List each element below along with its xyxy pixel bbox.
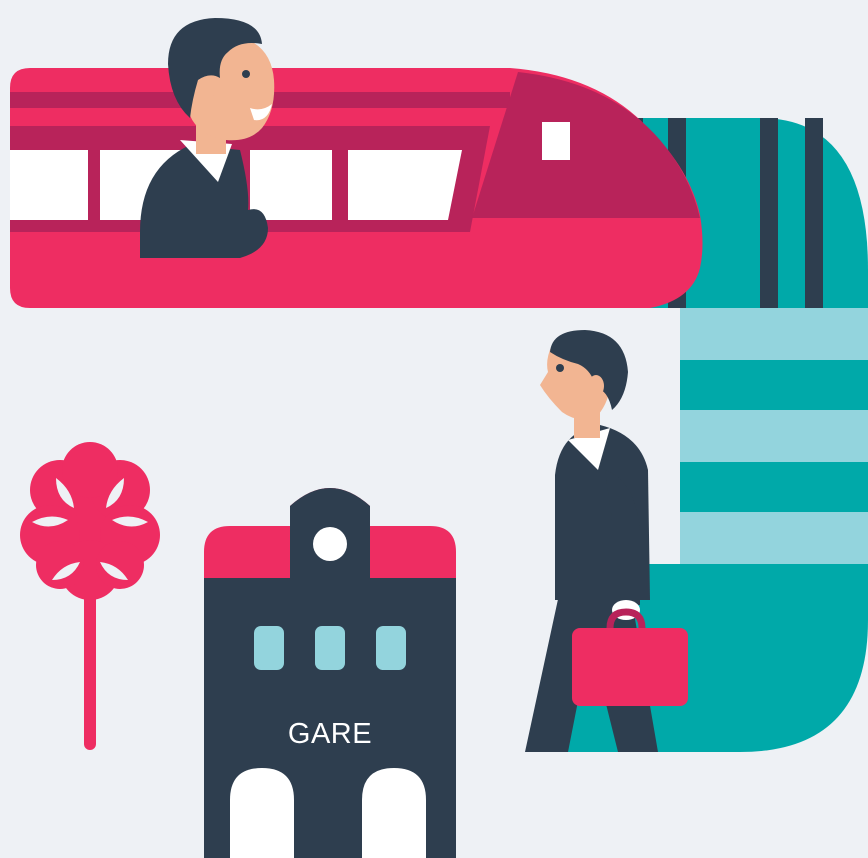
- illustration-scene: GARE: [0, 0, 868, 858]
- scene-svg: GARE: [10, 18, 868, 858]
- station-building-icon: GARE: [204, 488, 456, 858]
- station-sign: GARE: [288, 718, 372, 750]
- train-icon: [10, 68, 703, 308]
- tree-icon: [20, 442, 160, 750]
